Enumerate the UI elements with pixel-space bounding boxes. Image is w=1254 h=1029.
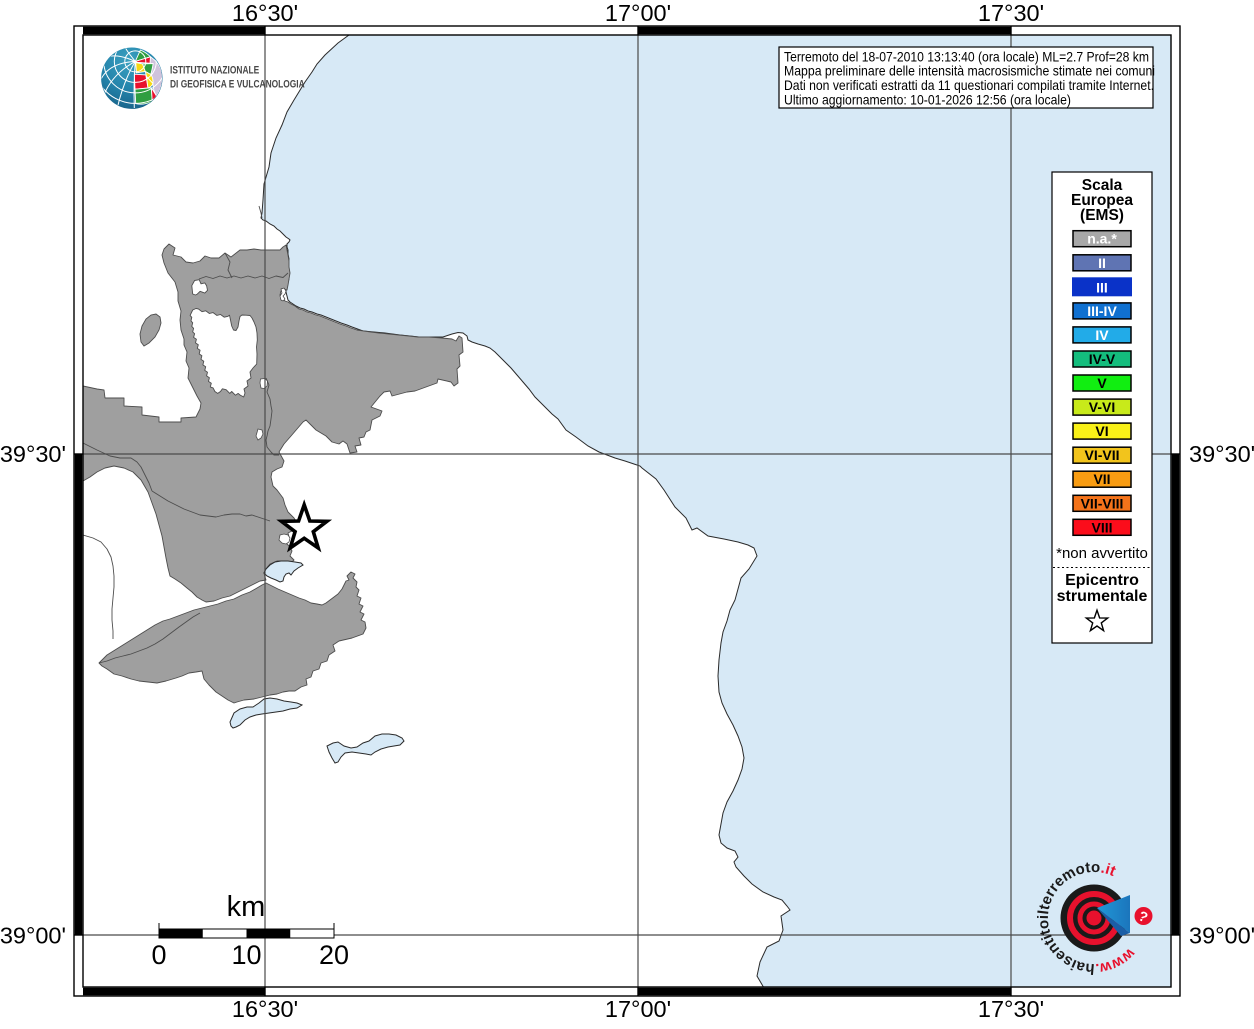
svg-text:17°00': 17°00' bbox=[605, 0, 671, 26]
svg-text:km: km bbox=[227, 891, 266, 923]
svg-text:*non avvertito: *non avvertito bbox=[1056, 545, 1148, 562]
svg-text:DI GEOFISICA E VULCANOLOGIA: DI GEOFISICA E VULCANOLOGIA bbox=[170, 78, 305, 91]
svg-text:17°30': 17°30' bbox=[978, 0, 1044, 26]
svg-text:VI-VII: VI-VII bbox=[1084, 447, 1119, 463]
svg-text:n.a.*: n.a.* bbox=[1087, 231, 1117, 247]
svg-text:III: III bbox=[1096, 279, 1108, 295]
svg-text:II: II bbox=[1098, 255, 1106, 271]
svg-text:(EMS): (EMS) bbox=[1080, 207, 1124, 224]
svg-text:17°00': 17°00' bbox=[605, 996, 671, 1022]
svg-text:Epicentro: Epicentro bbox=[1065, 572, 1139, 589]
svg-text:17°30': 17°30' bbox=[978, 996, 1044, 1022]
svg-text:VII-VIII: VII-VIII bbox=[1081, 495, 1124, 511]
svg-text:Ultimo aggiornamento: 10-01-20: Ultimo aggiornamento: 10-01-2026 12:56 (… bbox=[784, 91, 1071, 107]
svg-text:0: 0 bbox=[151, 940, 166, 970]
svg-text:39°30': 39°30' bbox=[1189, 441, 1254, 467]
svg-text:strumentale: strumentale bbox=[1057, 588, 1148, 605]
svg-text:16°30': 16°30' bbox=[232, 0, 298, 26]
svg-text:VI: VI bbox=[1095, 423, 1108, 439]
svg-text:20: 20 bbox=[319, 940, 349, 970]
svg-text:39°30': 39°30' bbox=[0, 441, 66, 467]
svg-text:VII: VII bbox=[1093, 471, 1110, 487]
svg-text:ISTITUTO NAZIONALE: ISTITUTO NAZIONALE bbox=[170, 64, 259, 77]
svg-text:IV-V: IV-V bbox=[1089, 351, 1116, 367]
svg-text:III-IV: III-IV bbox=[1087, 303, 1117, 319]
svg-text:10: 10 bbox=[231, 940, 261, 970]
svg-text:VIII: VIII bbox=[1091, 519, 1112, 535]
svg-text:39°00': 39°00' bbox=[1189, 923, 1254, 949]
svg-text:V-VI: V-VI bbox=[1089, 399, 1115, 415]
svg-text:39°00': 39°00' bbox=[0, 923, 66, 949]
svg-text:16°30': 16°30' bbox=[232, 996, 298, 1022]
svg-text:V: V bbox=[1097, 375, 1107, 391]
svg-text:IV: IV bbox=[1095, 327, 1109, 343]
